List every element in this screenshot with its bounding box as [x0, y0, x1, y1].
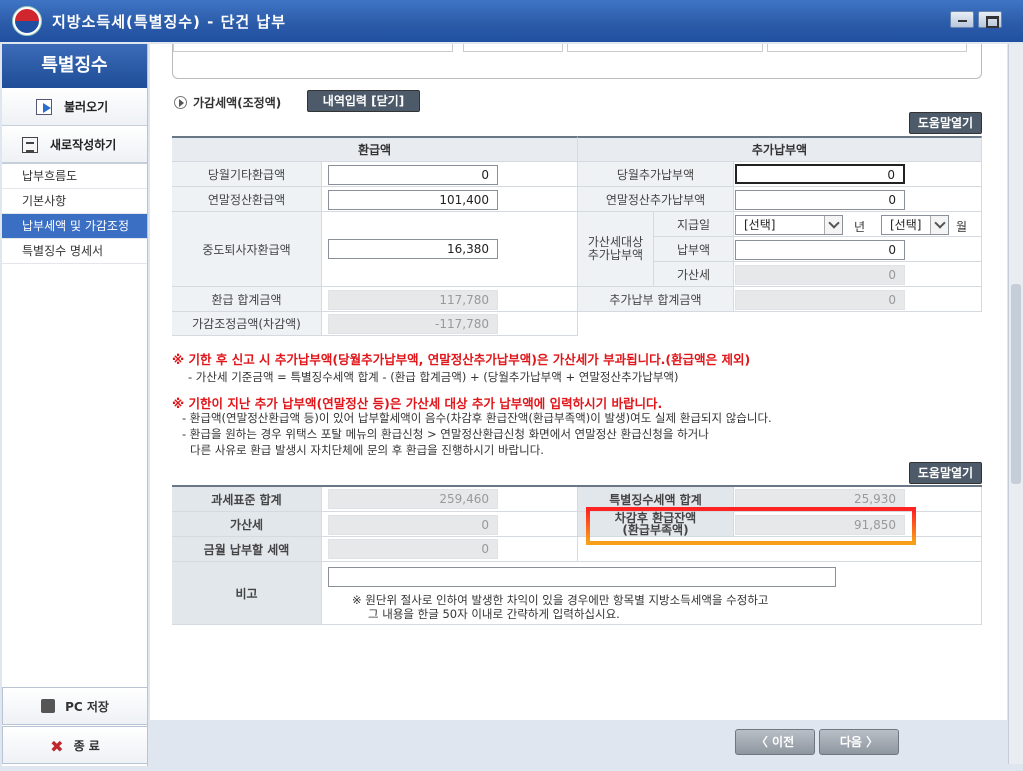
month-unit: 월 — [956, 220, 968, 234]
chevron-down-icon — [824, 216, 842, 234]
special-total-value: 25,930 — [735, 489, 905, 509]
yearend-add-label: 연말정산추가납부액 — [578, 187, 734, 212]
taegeuk-logo-icon — [12, 6, 42, 36]
retire-refund-label: 중도퇴사자환급액 — [172, 212, 322, 287]
pay-year-select[interactable]: [선택] — [735, 215, 843, 235]
adjust-amount-value: -117,780 — [328, 314, 498, 334]
close-icon: ✖ — [50, 737, 64, 756]
help-open-button[interactable]: 도움말열기 — [909, 112, 982, 134]
other-refund-label: 당월기타환급액 — [172, 162, 322, 187]
load-label: 불러오기 — [64, 100, 109, 114]
pay-month-select[interactable]: [선택] — [881, 215, 949, 235]
note-line-4: 다른 사유로 환급 발생시 자치단체에 문의 후 환급을 진행하시기 바랍니다. — [190, 443, 544, 457]
yearend-add-input[interactable]: 0 — [735, 190, 905, 210]
month-pay-label: 금월 납부할 세액 — [172, 537, 322, 562]
penalty-target-label: 가산세대상 추가납부액 — [578, 212, 654, 287]
exit-button[interactable]: ✖ 종 료 — [2, 726, 148, 764]
arrow-circle-icon — [174, 96, 187, 109]
warning-note-1: ※ 기한 후 신고 시 추가납부액(당월추가납부액, 연말정산추가납부액)은 가… — [172, 352, 751, 367]
adjust-amount-label: 가감조정금액(차감액) — [172, 312, 322, 336]
highlight-box — [586, 507, 916, 545]
maximize-button[interactable] — [978, 11, 1002, 28]
month-pay-value: 0 — [328, 539, 498, 559]
retire-refund-input[interactable]: 16,380 — [328, 239, 498, 259]
note-line-3: - 환급을 원하는 경우 위택스 포탈 메뉴의 환급신청 > 연말정산환급신청 … — [182, 427, 709, 441]
vertical-scrollbar[interactable] — [1008, 44, 1023, 764]
remark-note-2: 그 내용을 한글 50자 이내로 간략하게 입력하십시요. — [368, 607, 620, 621]
note-line-2: - 환급액(연말정산환급액 등)이 있어 납부할세액이 음수(차감후 환급잔액(… — [182, 411, 772, 425]
additional-header: 추가납부액 — [578, 136, 982, 162]
detail-input-toggle-button[interactable]: 내역입력 [닫기] — [307, 90, 420, 112]
sidebar-item-statement[interactable]: 특별징수 명세서 — [2, 239, 147, 264]
next-button[interactable]: 다음 〉 — [819, 729, 899, 755]
main-content: 가감세액(조정액) 내역입력 [닫기] 도움말열기 환급액 추가납부액 당월기타… — [150, 44, 1007, 720]
load-icon — [36, 99, 52, 115]
summary-grid: 과세표준 합계 259,460 특별징수세액 합계 25,930 가산세 0 차… — [172, 485, 982, 625]
help-open-button-2[interactable]: 도움말열기 — [909, 462, 982, 484]
additional-total-label: 추가납부 합계금액 — [578, 287, 734, 312]
new-write-label: 새로작성하기 — [50, 138, 117, 152]
sidebar-item-basic[interactable]: 기본사항 — [2, 189, 147, 214]
additional-total-value: 0 — [735, 290, 905, 310]
pc-save-button[interactable]: PC 저장 — [2, 687, 148, 725]
other-refund-input[interactable]: 0 — [328, 165, 498, 185]
section-title: 가감세액(조정액) — [174, 94, 281, 111]
month-add-label: 당월추가납부액 — [578, 162, 734, 187]
sidebar-item-tax-adjust[interactable]: 납부세액 및 가감조정 — [2, 214, 147, 239]
note-line-1: - 가산세 기준금액 = 특별징수세액 합계 - (환급 합계금액) + (당월… — [188, 370, 679, 384]
sidebar-header: 특별징수 — [2, 44, 147, 88]
yearend-refund-label: 연말정산환급액 — [172, 187, 322, 212]
pay-date-label: 지급일 — [654, 212, 734, 237]
month-add-input[interactable]: 0 — [735, 164, 905, 184]
refund-total-label: 환급 합계금액 — [172, 287, 322, 312]
pay-amount-input[interactable]: 0 — [735, 240, 905, 260]
load-button[interactable]: 불러오기 — [2, 88, 147, 126]
refund-total-value: 117,780 — [328, 290, 498, 310]
remark-label: 비고 — [172, 562, 322, 625]
exit-label: 종 료 — [73, 739, 100, 753]
remark-input[interactable] — [328, 567, 836, 587]
scrollbar-thumb[interactable] — [1011, 284, 1021, 484]
pc-save-label: PC 저장 — [65, 700, 109, 714]
penalty-value: 0 — [735, 265, 905, 285]
sidebar: 특별징수 불러오기 새로작성하기 납부흐름도 기본사항 납부세액 및 가감조정 … — [2, 44, 148, 766]
title-bar: 지방소득세(특별징수) - 단건 납부 — [0, 0, 1023, 42]
chevron-down-icon — [930, 216, 948, 234]
tax-base-value: 259,460 — [328, 489, 498, 509]
minimize-button[interactable] — [950, 11, 974, 28]
yearend-refund-input[interactable]: 101,400 — [328, 190, 498, 210]
summary-penalty-value: 0 — [328, 515, 498, 535]
previous-section-box — [172, 44, 982, 79]
new-write-button[interactable]: 새로작성하기 — [2, 126, 147, 164]
floppy-disk-icon — [41, 699, 56, 713]
new-document-icon — [22, 137, 38, 153]
adjustment-grid: 환급액 추가납부액 당월기타환급액 0 연말정산환급액 101,400 중도퇴사… — [172, 136, 982, 336]
penalty-label: 가산세 — [654, 262, 734, 287]
pay-amount-label: 납부액 — [654, 237, 734, 262]
refund-header: 환급액 — [172, 136, 578, 162]
year-unit: 년 — [854, 220, 866, 234]
tax-base-label: 과세표준 합계 — [172, 487, 322, 512]
prev-button[interactable]: 〈 이전 — [735, 729, 815, 755]
sidebar-item-flow[interactable]: 납부흐름도 — [2, 164, 147, 189]
summary-penalty-label: 가산세 — [172, 512, 322, 537]
window-title: 지방소득세(특별징수) - 단건 납부 — [52, 13, 287, 31]
